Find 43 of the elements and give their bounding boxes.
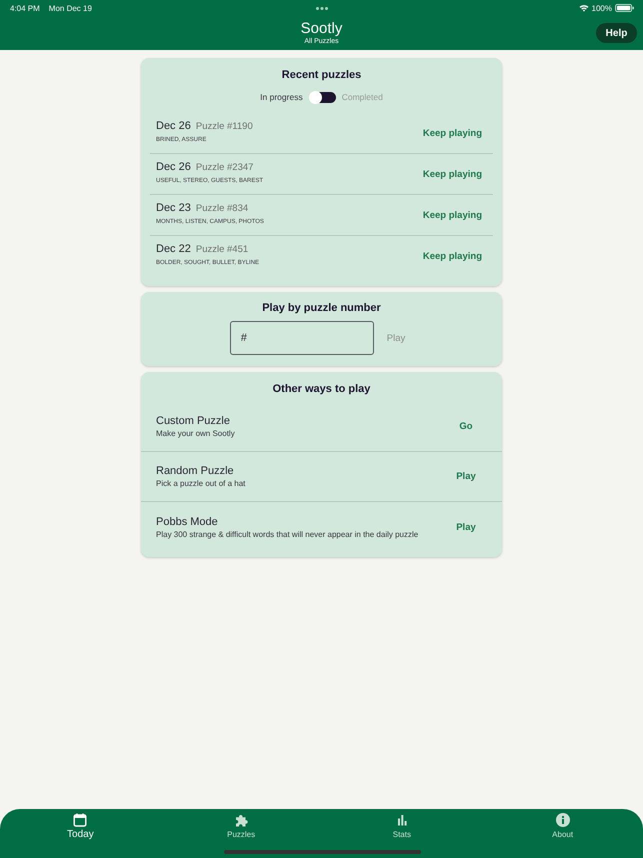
toggle-switch[interactable]	[308, 90, 336, 104]
mode-title: Custom Puzzle	[156, 414, 230, 428]
wifi-icon	[578, 4, 589, 12]
mode-description: Play 300 strange & difficult words that will never appear in the daily puzzle	[156, 528, 418, 540]
nav-tab[interactable]: About	[550, 813, 576, 840]
puzzle-number-field[interactable]: #	[230, 321, 374, 355]
app-title: Sootly	[300, 20, 342, 37]
puzzle-number: Puzzle #1190	[196, 120, 253, 134]
puzzle-date: Dec 26	[156, 119, 191, 133]
puzzle-number: Puzzle #834	[196, 202, 248, 216]
more-dots-icon	[316, 6, 328, 10]
status-date: Mon Dec 19	[48, 4, 92, 12]
puzzle-number: Puzzle #451	[196, 243, 248, 257]
card-title: Other ways to play	[272, 382, 372, 396]
card-title: Play by puzzle number	[261, 301, 382, 315]
battery-percent: 100%	[592, 4, 612, 12]
puzzle-date: Dec 23	[156, 201, 191, 215]
mode-action-button[interactable]: Go	[459, 421, 473, 432]
keep-playing-button[interactable]: Keep playing	[422, 128, 482, 138]
mode-action-button[interactable]: Play	[456, 471, 476, 482]
mode-action-button[interactable]: Play	[456, 522, 476, 532]
info-icon	[556, 813, 570, 827]
status-time: 4:04 PM	[10, 4, 40, 12]
keep-playing-button[interactable]: Keep playing	[422, 251, 482, 262]
nav-tab[interactable]: Puzzles	[225, 813, 258, 840]
filter-label[interactable]: In progress	[260, 92, 303, 102]
help-button[interactable]: Help	[596, 23, 637, 43]
nav-tab[interactable]: Stats	[390, 813, 413, 840]
puzzle-number: Puzzle #2347	[196, 161, 254, 175]
mode-description: Pick a puzzle out of a hat	[156, 478, 246, 489]
mode-title: Pobbs Mode	[156, 514, 218, 528]
puzzle-date: Dec 26	[156, 160, 191, 174]
puzzle-date: Dec 22	[156, 242, 191, 256]
filter-label[interactable]: Completed	[342, 92, 383, 102]
puzzle-piece-icon	[234, 813, 248, 827]
keep-playing-button[interactable]: Keep playing	[422, 168, 482, 180]
calendar-icon	[73, 813, 88, 827]
card-title: Recent puzzles	[280, 68, 362, 82]
keep-playing-button[interactable]: Keep playing	[422, 210, 482, 220]
battery-icon	[615, 4, 634, 12]
nav-tab[interactable]: Today	[65, 813, 96, 840]
mode-title: Random Puzzle	[156, 464, 234, 478]
mode-description: Make your own Sootly	[156, 428, 235, 439]
